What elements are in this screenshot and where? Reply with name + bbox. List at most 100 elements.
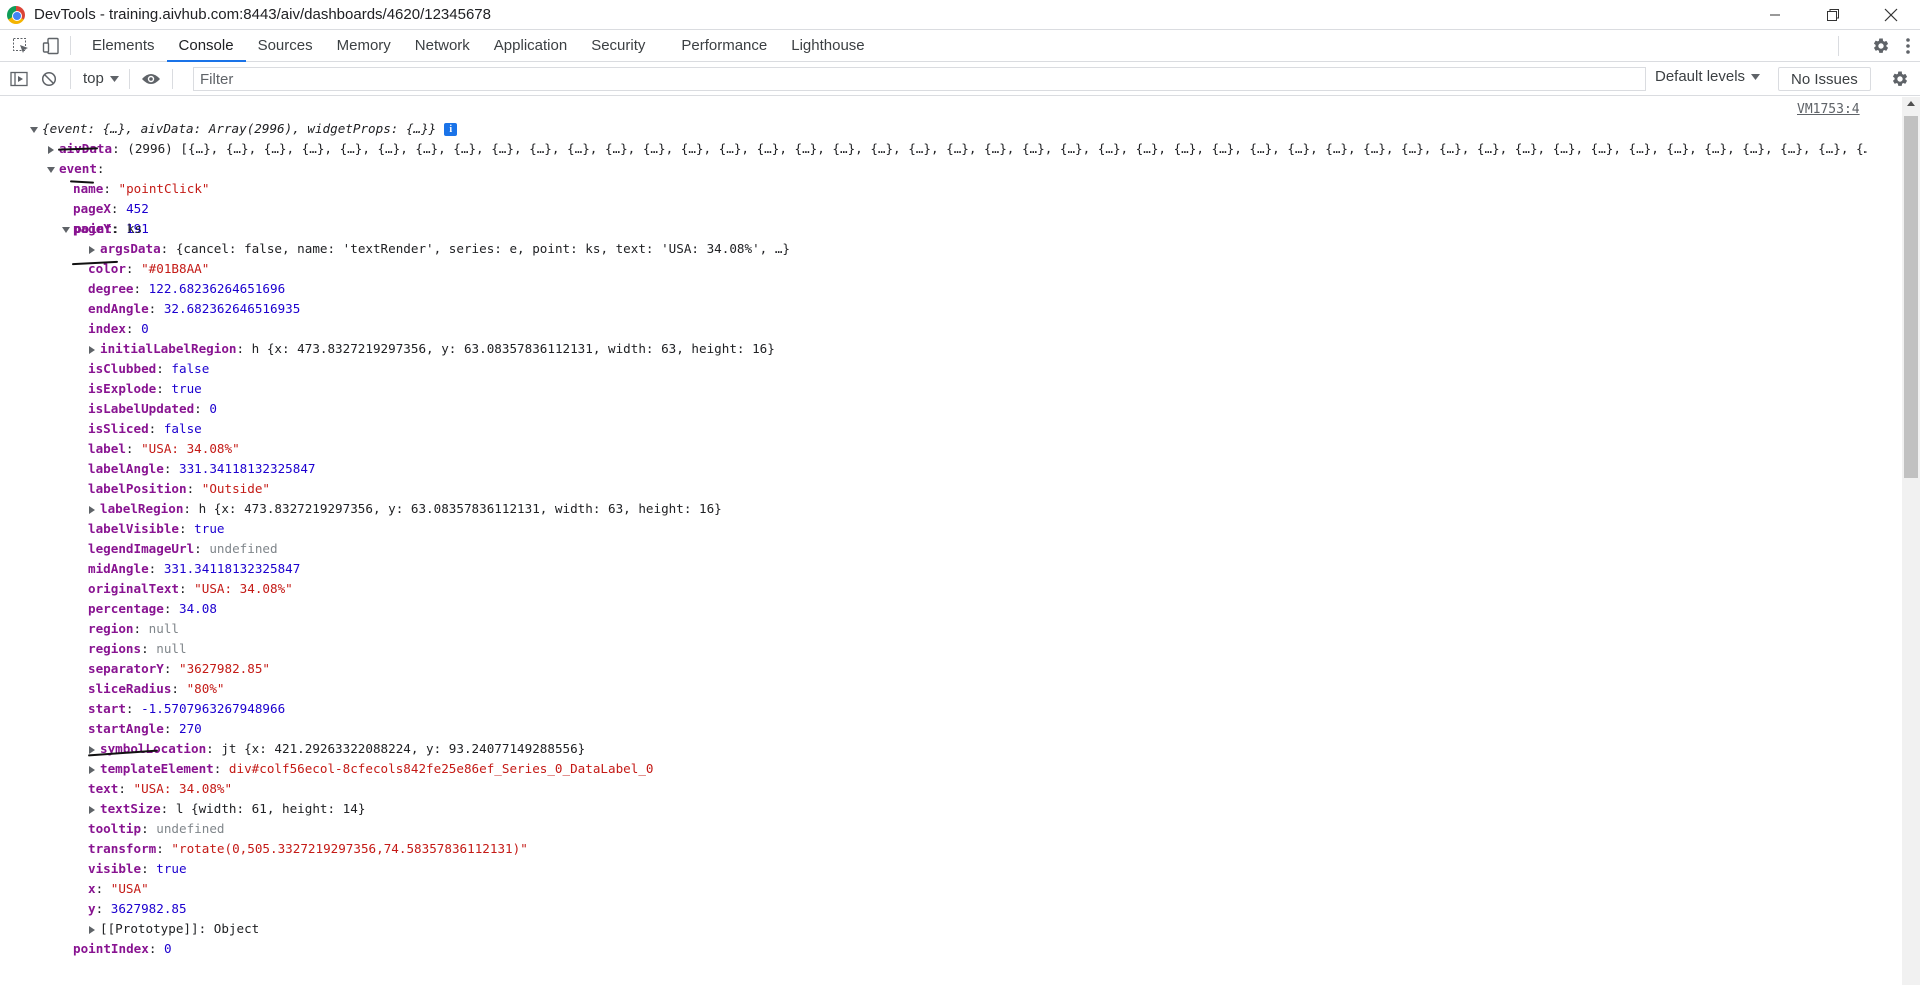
property-row-index: index: 0	[88, 321, 149, 336]
property-row-labelregion[interactable]: labelRegion: h {x: 473.8327219297356, y:…	[88, 499, 722, 519]
expand-arrow-icon[interactable]	[89, 765, 95, 774]
property-key: textSize	[100, 801, 161, 816]
property-key: isExplode	[88, 381, 157, 396]
settings-button[interactable]	[1866, 37, 1896, 55]
property-value: false	[163, 421, 202, 436]
expand-arrow-icon[interactable]	[89, 805, 95, 814]
property-row-templateelement[interactable]: templateElement: div#colf56ecol-8cfecols…	[88, 759, 654, 779]
property-row-regions: regions: null	[88, 641, 187, 656]
property-key: x	[88, 881, 96, 896]
event-row[interactable]: event:	[47, 159, 105, 179]
more-options-button[interactable]	[1896, 37, 1920, 55]
expand-arrow-icon[interactable]	[89, 925, 95, 934]
scroll-up-arrow-icon[interactable]	[1907, 101, 1915, 106]
property-row-pagex: pageX: 452	[73, 201, 149, 216]
property-row-labelangle: labelAngle: 331.34118132325847	[88, 461, 316, 476]
property-value: 34.08	[179, 601, 217, 616]
expand-arrow-icon[interactable]	[89, 245, 95, 254]
property-key: labelVisible	[88, 521, 179, 536]
property-value: h {x: 473.8327219297356, y: 63.083578361…	[198, 501, 722, 516]
issues-button[interactable]: No Issues	[1778, 67, 1871, 91]
property-row-endangle: endAngle: 32.682362646516935	[88, 301, 301, 316]
scroll-thumb[interactable]	[1904, 116, 1918, 478]
property-value: null	[156, 641, 187, 656]
context-selector[interactable]: top	[77, 70, 123, 87]
console-scrollbar[interactable]	[1902, 97, 1920, 985]
property-key: text	[88, 781, 119, 796]
tab-elements[interactable]: Elements	[80, 30, 167, 61]
property-value: ks	[127, 221, 143, 236]
property-key: label	[88, 441, 126, 456]
point-row[interactable]: point: ks	[62, 219, 142, 239]
minimize-icon	[1770, 14, 1780, 15]
collapse-arrow-icon[interactable]	[30, 126, 38, 133]
property-key: templateElement	[100, 761, 214, 776]
property-value: "pointClick"	[118, 181, 210, 196]
property-key: degree	[88, 281, 134, 296]
window-titlebar: DevTools - training.aivhub.com:8443/aiv/…	[0, 0, 1920, 29]
property-row-isclubbed: isClubbed: false	[88, 361, 210, 376]
property-row-labelposition: labelPosition: "Outside"	[88, 481, 270, 496]
expand-arrow-icon[interactable]	[48, 145, 54, 154]
live-expression-button[interactable]	[136, 64, 166, 94]
tabbar-right-separator	[1838, 35, 1862, 56]
device-toolbar-button[interactable]	[36, 30, 66, 61]
close-window-button[interactable]	[1868, 0, 1914, 29]
toggle-sidebar-button[interactable]	[4, 64, 34, 94]
property-row-argsdata[interactable]: argsData: {cancel: false, name: 'textRen…	[88, 239, 790, 259]
property-row-start: start: -1.5707963267948966	[88, 701, 286, 716]
source-link[interactable]: VM1753:4	[1797, 102, 1860, 117]
tab-memory[interactable]: Memory	[325, 30, 403, 61]
expand-arrow-icon[interactable]	[89, 745, 95, 754]
property-row-textsize[interactable]: textSize: l {width: 61, height: 14}	[88, 799, 365, 819]
tab-sources[interactable]: Sources	[246, 30, 325, 61]
tab-performance[interactable]: Performance	[669, 30, 779, 61]
property-row-labelvisible: labelVisible: true	[88, 521, 225, 536]
property-row-symbollocation[interactable]: symbolLocation: jt {x: 421.2926332208822…	[88, 739, 585, 759]
property-row-startangle: startAngle: 270	[88, 721, 202, 736]
property-value: "USA"	[110, 881, 149, 896]
property-value: "USA: 34.08%"	[133, 781, 233, 796]
gear-icon	[1892, 71, 1908, 86]
log-levels-dropdown[interactable]: Default levels	[1655, 68, 1761, 85]
expand-arrow-icon[interactable]	[89, 505, 95, 514]
property-row-originaltext: originalText: "USA: 34.08%"	[88, 581, 293, 596]
property-key: argsData	[100, 241, 161, 256]
property-key: labelAngle	[88, 461, 164, 476]
property-value: l {width: 61, height: 14}	[175, 801, 366, 816]
tab-console[interactable]: Console	[166, 30, 246, 62]
property-key: endAngle	[88, 301, 149, 316]
property-key: y	[88, 901, 96, 916]
tab-lighthouse[interactable]: Lighthouse	[779, 30, 876, 61]
restore-button[interactable]	[1810, 0, 1856, 29]
kebab-menu-icon	[1906, 37, 1910, 54]
property-row-region: region: null	[88, 621, 180, 636]
property-key: regions	[88, 641, 142, 656]
tab-network[interactable]: Network	[403, 30, 482, 61]
property-value: false	[171, 361, 210, 376]
tab-security[interactable]: Security	[579, 30, 669, 61]
tabbar-separator	[70, 36, 71, 55]
log-summary-row[interactable]: {event: {…}, aivData: Array(2996), widge…	[30, 119, 458, 139]
filter-input[interactable]	[193, 67, 1646, 91]
console-output: VM1753:4 {event: {…}, aivData: Array(299…	[0, 97, 1902, 985]
restore-icon	[1827, 8, 1839, 21]
collapse-arrow-icon[interactable]	[47, 166, 55, 173]
aivdata-row[interactable]: aivData: (2996) [{…}, {…}, {…}, {…}, {…}…	[47, 139, 1867, 159]
info-icon[interactable]: i	[444, 123, 458, 136]
tab-application[interactable]: Application	[482, 30, 579, 61]
expand-arrow-icon[interactable]	[89, 345, 95, 354]
property-row-initiallabelregion[interactable]: initialLabelRegion: h {x: 473.8327219297…	[88, 339, 775, 359]
clear-console-button[interactable]	[34, 64, 64, 94]
property-key: [[Prototype]]	[100, 921, 199, 936]
property-row-prototype[interactable]: [[Prototype]]: Object	[88, 919, 259, 939]
property-value: 32.682362646516935	[163, 301, 301, 316]
property-key: percentage	[88, 601, 164, 616]
property-key: labelRegion	[100, 501, 184, 516]
minimize-button[interactable]	[1752, 0, 1798, 29]
property-key: originalText	[88, 581, 179, 596]
property-row-pointindex: pointIndex: 0	[73, 941, 172, 956]
collapse-arrow-icon[interactable]	[62, 226, 70, 233]
inspect-element-button[interactable]	[6, 30, 36, 61]
console-settings-button[interactable]	[1885, 64, 1915, 94]
